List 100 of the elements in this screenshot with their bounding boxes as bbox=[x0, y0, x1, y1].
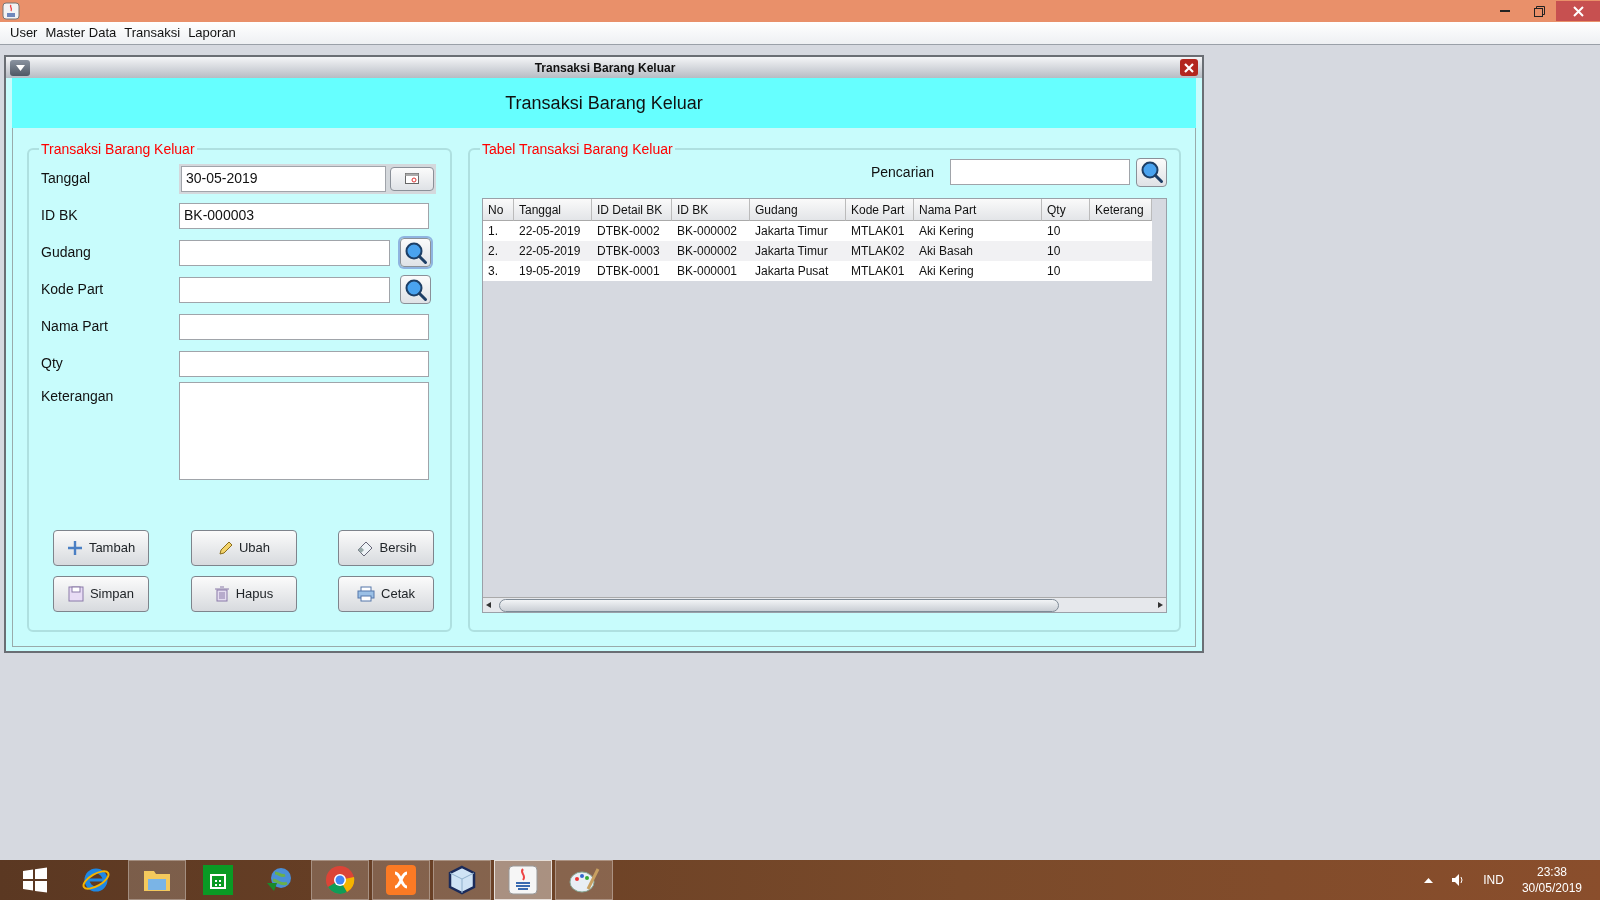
table-cell bbox=[1090, 241, 1152, 261]
column-header[interactable]: Tanggal bbox=[514, 199, 592, 221]
menu-item[interactable]: Laporan bbox=[184, 23, 240, 43]
speaker-icon[interactable] bbox=[1451, 873, 1466, 887]
horizontal-scrollbar[interactable] bbox=[483, 597, 1166, 612]
table-cell bbox=[1090, 261, 1152, 281]
action-button[interactable]: Cetak bbox=[338, 576, 434, 612]
table-cell bbox=[1090, 221, 1152, 241]
table-cell: BK-000002 bbox=[672, 241, 750, 261]
table-cell: MTLAK01 bbox=[846, 261, 914, 281]
table-cell: DTBK-0003 bbox=[592, 241, 672, 261]
taskbar-button[interactable] bbox=[555, 860, 613, 900]
pencil-icon bbox=[216, 540, 233, 556]
caret-icon bbox=[15, 64, 25, 71]
search-field[interactable] bbox=[950, 159, 1130, 185]
table-cell: 3. bbox=[483, 261, 514, 281]
column-header[interactable]: Kode Part bbox=[846, 199, 914, 221]
field-label: Gudang bbox=[41, 243, 92, 262]
minimize-icon bbox=[1500, 9, 1510, 13]
language-indicator[interactable]: IND bbox=[1483, 871, 1504, 889]
column-header[interactable]: No bbox=[483, 199, 514, 221]
action-button[interactable]: Bersih bbox=[338, 530, 434, 566]
table-cell: 10 bbox=[1042, 261, 1090, 281]
restore-icon bbox=[1533, 5, 1545, 17]
eraser-icon bbox=[355, 540, 374, 556]
search-button[interactable] bbox=[400, 238, 431, 267]
calendar-button[interactable] bbox=[390, 166, 434, 191]
input-field[interactable]: BK-000003 bbox=[179, 202, 429, 229]
column-header[interactable]: Nama Part bbox=[914, 199, 1042, 221]
panel-title: Transaksi Barang Keluar bbox=[40, 142, 196, 156]
calendar-icon bbox=[405, 173, 419, 184]
date-field[interactable]: 30-05-2019 bbox=[181, 165, 386, 192]
table-cell: MTLAK01 bbox=[846, 221, 914, 241]
table-cell: Jakarta Pusat bbox=[750, 261, 846, 281]
taskbar-button[interactable] bbox=[433, 860, 491, 900]
search-icon bbox=[403, 240, 428, 265]
field-label: Nama Part bbox=[41, 317, 109, 336]
xampp-icon bbox=[386, 865, 416, 895]
table-cell: BK-000001 bbox=[672, 261, 750, 281]
printer-icon bbox=[357, 586, 375, 602]
cube-icon bbox=[447, 865, 477, 895]
taskbar-button[interactable] bbox=[494, 860, 552, 900]
frame-title: Transaksi Barang Keluar bbox=[534, 59, 676, 77]
input-field[interactable] bbox=[179, 313, 429, 340]
search-label: Pencarian bbox=[870, 162, 934, 182]
store-icon bbox=[203, 865, 233, 895]
java-icon bbox=[508, 865, 538, 895]
search-button[interactable] bbox=[1136, 157, 1167, 187]
table-cell: Jakarta Timur bbox=[750, 221, 846, 241]
close-icon bbox=[1184, 62, 1194, 73]
column-header[interactable]: ID BK bbox=[672, 199, 750, 221]
table-cell: Aki Kering bbox=[914, 261, 1042, 281]
trash-icon bbox=[213, 586, 230, 602]
input-field[interactable] bbox=[179, 350, 429, 377]
field-label: Kode Part bbox=[41, 280, 105, 299]
search-icon bbox=[403, 277, 428, 302]
action-button[interactable]: Hapus bbox=[190, 576, 297, 612]
table-cell: 22-05-2019 bbox=[514, 241, 592, 261]
close-icon bbox=[1572, 5, 1584, 17]
table-cell: 2. bbox=[483, 241, 514, 261]
table-cell: DTBK-0002 bbox=[592, 221, 672, 241]
menu-item[interactable]: Transaksi bbox=[120, 23, 185, 43]
table-cell: 19-05-2019 bbox=[514, 261, 592, 281]
tray-arrow-icon[interactable] bbox=[1424, 877, 1434, 883]
table-cell: MTLAK02 bbox=[846, 241, 914, 261]
table-cell: Jakarta Timur bbox=[750, 241, 846, 261]
clock[interactable]: 23:38 30/05/2019 bbox=[1521, 864, 1582, 896]
table-cell: DTBK-0001 bbox=[592, 261, 672, 281]
plus-icon bbox=[66, 540, 83, 556]
column-header[interactable]: Qty bbox=[1042, 199, 1090, 221]
scrollbar-thumb[interactable] bbox=[499, 598, 1059, 612]
close-button[interactable] bbox=[1556, 1, 1600, 21]
action-button[interactable]: Ubah bbox=[190, 530, 297, 566]
field-label: ID BK bbox=[41, 206, 79, 225]
taskbar-button[interactable] bbox=[372, 860, 430, 900]
menu-item[interactable]: User bbox=[6, 23, 42, 43]
column-header[interactable]: Gudang bbox=[750, 199, 846, 221]
panel-title: Tabel Transaksi Barang Keluar bbox=[481, 142, 674, 156]
table-cell: 10 bbox=[1042, 241, 1090, 261]
java-app-icon bbox=[2, 2, 20, 20]
table-cell: BK-000002 bbox=[672, 221, 750, 241]
table-cell: 10 bbox=[1042, 221, 1090, 241]
close-button[interactable] bbox=[1180, 59, 1198, 76]
column-header[interactable]: Keterang bbox=[1090, 199, 1152, 221]
table-cell: 1. bbox=[483, 221, 514, 241]
frame-menu-button[interactable] bbox=[10, 59, 30, 76]
input-field[interactable] bbox=[179, 239, 390, 266]
field-label: Qty bbox=[41, 354, 64, 373]
floppy-icon bbox=[67, 586, 84, 602]
field-label: Keterangan bbox=[41, 387, 115, 406]
start-icon bbox=[22, 867, 48, 893]
search-icon bbox=[1139, 160, 1164, 184]
input-field[interactable] bbox=[179, 276, 390, 303]
column-header[interactable]: ID Detail BK bbox=[592, 199, 672, 221]
action-button[interactable]: Simpan bbox=[53, 576, 149, 612]
action-button[interactable]: Tambah bbox=[53, 530, 149, 566]
search-button[interactable] bbox=[400, 275, 431, 304]
menu-item[interactable]: Master Data bbox=[41, 23, 121, 43]
header-title: Transaksi Barang Keluar bbox=[505, 91, 703, 115]
table-cell: 22-05-2019 bbox=[514, 221, 592, 241]
